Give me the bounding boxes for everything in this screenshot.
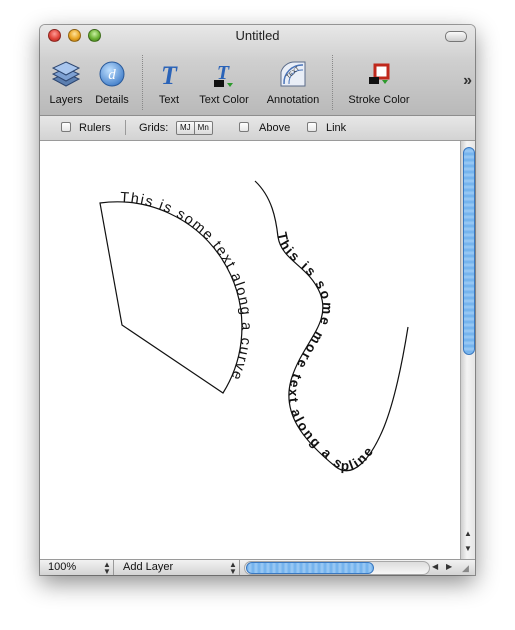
rulers-checkbox[interactable]	[61, 122, 71, 132]
status-separator	[113, 560, 114, 575]
document-window: Untitled Layers d Details T Text T Text …	[40, 25, 475, 575]
options-bar: Rulers Grids: MJ Mn Above Link	[40, 116, 475, 141]
layer-select-stepper-icon[interactable]: ▲ ▼	[229, 561, 237, 576]
window-title: Untitled	[235, 28, 280, 43]
status-separator	[239, 560, 240, 575]
vertical-scrollbar[interactable]: ▲ ▼	[460, 141, 475, 559]
drawing-canvas[interactable]: This is some text along a curve This is …	[40, 141, 460, 559]
text-color-icon: T	[194, 55, 254, 93]
title-bar: Untitled Layers d Details T Text T Text …	[40, 25, 475, 116]
toolbar-details-button[interactable]: d Details	[90, 55, 134, 106]
grids-segmented-control: MJ Mn	[176, 121, 213, 135]
toolbar-annotation-label: Annotation	[266, 94, 320, 106]
zoom-select[interactable]: 100%	[48, 561, 76, 573]
grid-minor-button[interactable]: Mn	[193, 122, 212, 134]
options-separator	[125, 120, 126, 135]
canvas-drawing: This is some text along a curve This is …	[99, 180, 409, 474]
toolbar-stroke-color-label: Stroke Color	[348, 94, 410, 106]
link-checkbox[interactable]	[307, 122, 317, 132]
above-checkbox[interactable]	[239, 122, 249, 132]
scroll-left-arrow-icon[interactable]: ◀	[432, 562, 438, 571]
rulers-label: Rulers	[79, 122, 111, 134]
layer-select[interactable]: Add Layer	[123, 561, 173, 573]
link-label: Link	[326, 122, 347, 134]
zoom-stepper-icon[interactable]: ▲ ▼	[103, 561, 111, 576]
grid-major-button[interactable]: MJ	[177, 122, 194, 134]
details-icon: d	[90, 55, 134, 93]
status-bar: 100% ▲ ▼ Add Layer ▲ ▼ ◀ ▶ ◢	[40, 559, 475, 575]
annotation-icon: TEXT	[262, 55, 324, 93]
toolbar-text-color-button[interactable]: T Text Color	[194, 55, 254, 106]
text-icon: T	[152, 55, 186, 93]
toolbar-text-label: Text	[158, 94, 180, 106]
toolbar-details-label: Details	[95, 94, 129, 106]
scroll-up-arrow-icon[interactable]: ▲	[464, 529, 472, 538]
curve-outline-shape[interactable]	[99, 201, 243, 394]
spline-text[interactable]: This is some more text along a spline	[274, 231, 377, 474]
scroll-down-arrow-icon[interactable]: ▼	[464, 544, 472, 553]
svg-text:d: d	[108, 67, 116, 83]
toolbar-toggle-button[interactable]	[445, 31, 467, 42]
toolbar-annotation-button[interactable]: TEXT Annotation	[262, 55, 324, 106]
grids-label: Grids:	[139, 122, 169, 134]
curve-text[interactable]: This is some text along a curve	[120, 190, 254, 384]
toolbar-separator	[332, 55, 333, 110]
toolbar-text-button[interactable]: T Text	[152, 55, 186, 106]
toolbar-stroke-color-button[interactable]: Stroke Color	[343, 55, 415, 106]
vertical-scroll-thumb[interactable]	[463, 147, 475, 355]
horizontal-scroll-thumb[interactable]	[246, 562, 374, 574]
layers-icon	[46, 55, 86, 93]
scroll-right-arrow-icon[interactable]: ▶	[446, 562, 452, 571]
toolbar-overflow-chevron-icon[interactable]: »	[463, 72, 472, 90]
svg-text:T: T	[161, 61, 178, 89]
toolbar-text-color-label: Text Color	[199, 94, 249, 106]
spline-shape[interactable]	[254, 180, 409, 472]
above-label: Above	[259, 122, 291, 134]
toolbar-layers-label: Layers	[49, 94, 83, 106]
resize-grip-icon[interactable]: ◢	[462, 563, 469, 574]
toolbar-layers-button[interactable]: Layers	[46, 55, 86, 106]
stroke-color-icon	[343, 55, 415, 93]
toolbar-separator	[142, 55, 143, 110]
